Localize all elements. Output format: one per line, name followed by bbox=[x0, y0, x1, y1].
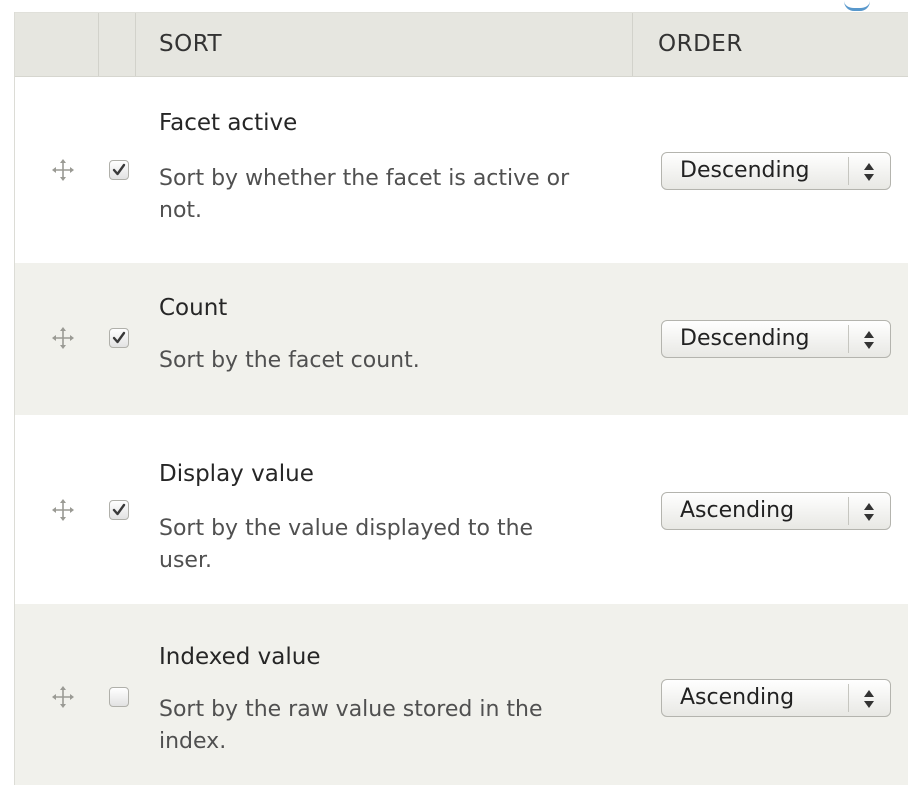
table-row: Count Sort by the facet count. Descendin… bbox=[15, 263, 908, 415]
header-drag-column bbox=[15, 13, 98, 76]
header-order-column: ORDER bbox=[632, 13, 908, 76]
select-divider bbox=[848, 157, 849, 185]
select-divider bbox=[848, 684, 849, 712]
checkmark-icon bbox=[112, 331, 126, 344]
top-strip bbox=[0, 0, 908, 12]
enable-checkbox[interactable] bbox=[109, 687, 129, 707]
up-down-arrows-icon bbox=[864, 163, 874, 181]
order-select[interactable]: Ascending bbox=[661, 679, 891, 717]
select-divider bbox=[848, 325, 849, 353]
order-select[interactable]: Descending bbox=[661, 320, 891, 358]
up-down-arrows-icon bbox=[864, 503, 874, 521]
table-row: Facet active Sort by whether the facet i… bbox=[15, 77, 908, 263]
row-title: Facet active bbox=[159, 110, 298, 136]
order-select-value: Descending bbox=[680, 326, 810, 351]
up-down-arrows-icon bbox=[864, 331, 874, 349]
table-row: Display value Sort by the value displaye… bbox=[15, 415, 908, 604]
enable-checkbox[interactable] bbox=[109, 500, 129, 520]
checkmark-icon bbox=[112, 503, 126, 516]
page: SORT ORDER Facet active Sort by whether … bbox=[0, 0, 908, 785]
row-description: Sort by the raw value stored in the inde… bbox=[159, 697, 543, 754]
drag-handle-icon[interactable] bbox=[51, 498, 75, 522]
table-row: Indexed value Sort by the raw value stor… bbox=[15, 604, 908, 785]
order-select[interactable]: Descending bbox=[661, 152, 891, 190]
order-select-value: Ascending bbox=[680, 685, 795, 710]
row-description: Sort by the value displayed to the user. bbox=[159, 516, 534, 573]
row-description: Sort by the facet count. bbox=[159, 348, 420, 373]
row-title: Indexed value bbox=[159, 644, 321, 670]
row-title: Count bbox=[159, 295, 228, 321]
drag-handle-icon[interactable] bbox=[51, 685, 75, 709]
checkmark-icon bbox=[112, 163, 126, 176]
order-select-value: Ascending bbox=[680, 498, 795, 523]
header-sort-label: SORT bbox=[159, 31, 223, 57]
select-divider bbox=[848, 497, 849, 525]
order-select-value: Descending bbox=[680, 158, 810, 183]
order-select[interactable]: Ascending bbox=[661, 492, 891, 530]
table-header: SORT ORDER bbox=[15, 12, 908, 78]
header-order-label: ORDER bbox=[658, 31, 743, 57]
drag-handle-icon[interactable] bbox=[51, 158, 75, 182]
truncated-link[interactable] bbox=[844, 0, 870, 11]
header-sort-column: SORT bbox=[135, 13, 632, 76]
enable-checkbox[interactable] bbox=[109, 160, 129, 180]
up-down-arrows-icon bbox=[864, 690, 874, 708]
row-title: Display value bbox=[159, 461, 314, 487]
header-checkbox-column bbox=[98, 13, 135, 76]
row-description: Sort by whether the facet is active or n… bbox=[159, 166, 570, 223]
drag-handle-icon[interactable] bbox=[51, 326, 75, 350]
enable-checkbox[interactable] bbox=[109, 328, 129, 348]
sort-table: SORT ORDER Facet active Sort by whether … bbox=[14, 12, 908, 785]
